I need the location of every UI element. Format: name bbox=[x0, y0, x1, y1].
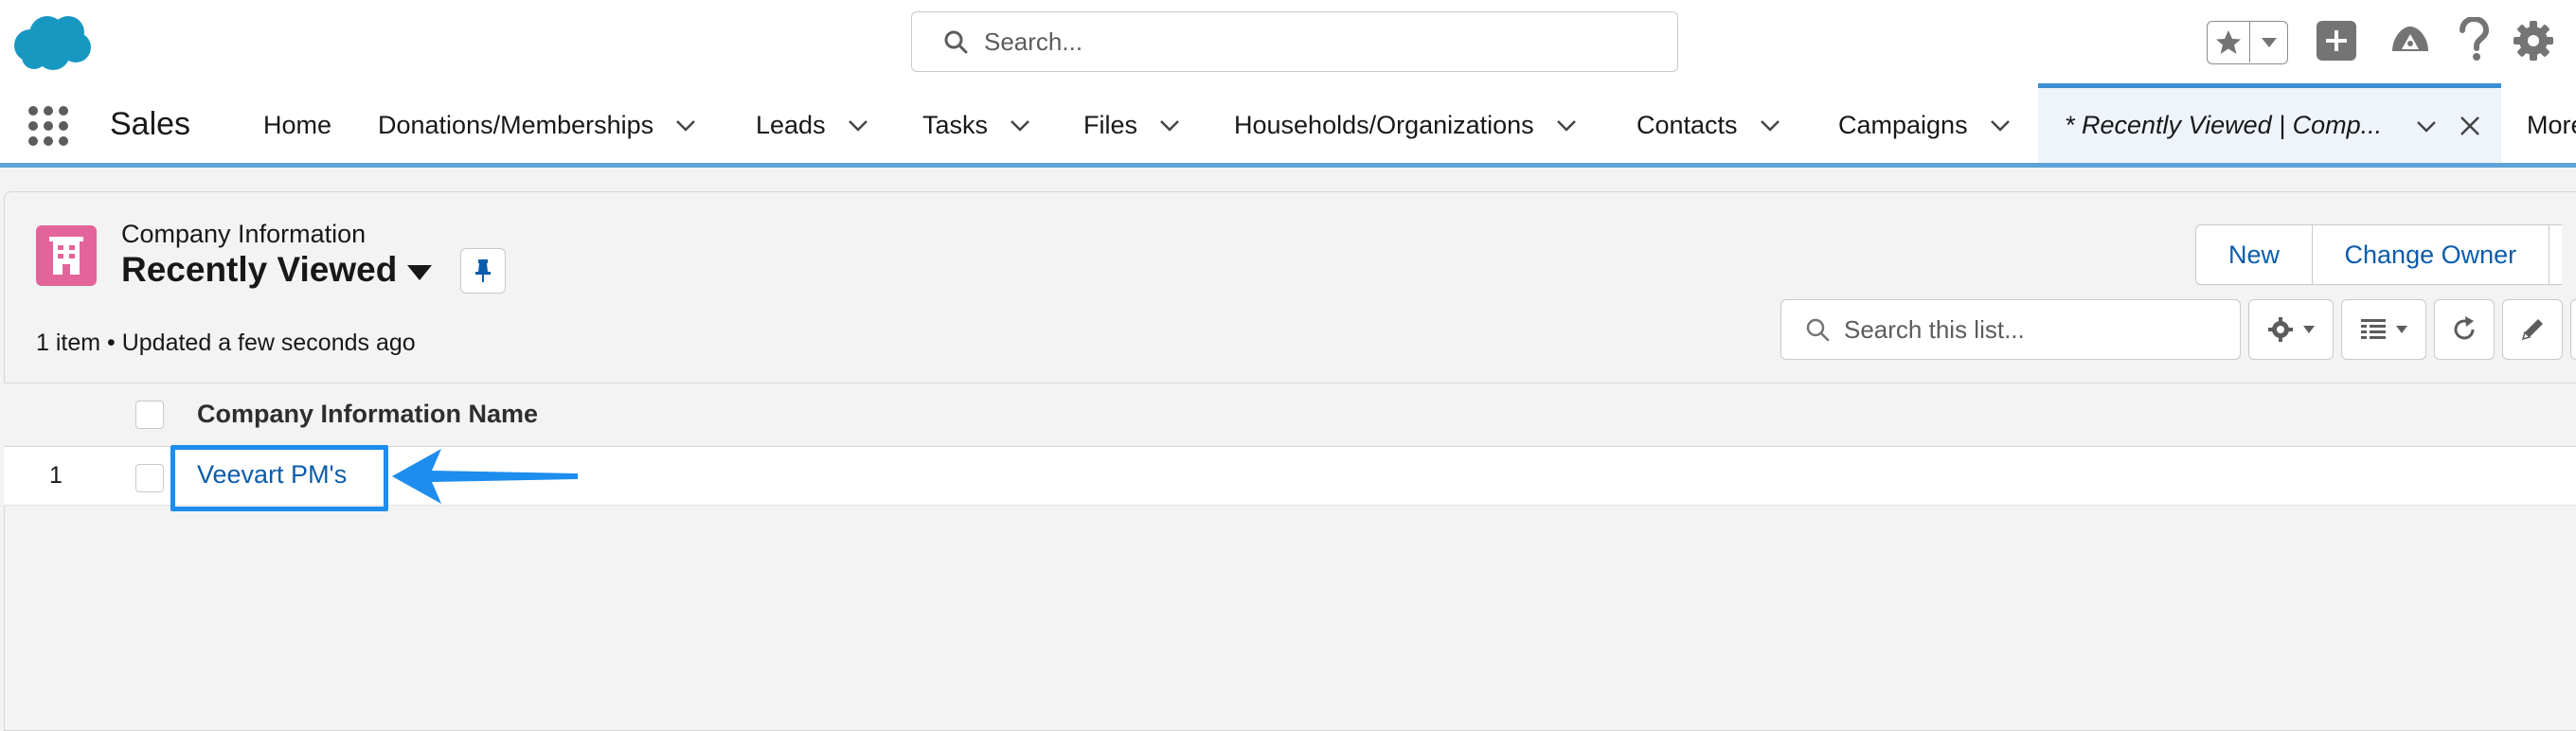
building-icon bbox=[49, 237, 83, 275]
nav-item-tasks[interactable]: Tasks bbox=[922, 87, 1031, 163]
global-header: Search... bbox=[0, 0, 2576, 87]
inline-edit-button[interactable] bbox=[2502, 299, 2563, 360]
nav-item-label: Contacts bbox=[1637, 110, 1738, 139]
nav-item-home[interactable]: Home bbox=[263, 87, 331, 163]
change-owner-button[interactable]: Change Owner bbox=[2311, 224, 2550, 285]
row-select-checkbox[interactable] bbox=[135, 464, 164, 492]
chevron-down-icon[interactable] bbox=[1989, 114, 2012, 136]
nav-item-donations-memberships[interactable]: Donations/Memberships bbox=[378, 87, 697, 163]
tab-recently-viewed-company[interactable]: * Recently Viewed | Comp... bbox=[2038, 83, 2501, 163]
list-meta-status: 1 item • Updated a few seconds ago bbox=[36, 330, 416, 356]
chevron-down-icon[interactable] bbox=[1555, 114, 1578, 136]
pin-list-button[interactable] bbox=[460, 248, 506, 294]
chevron-down-icon[interactable] bbox=[1009, 114, 1031, 136]
caret-down-icon bbox=[2303, 326, 2315, 333]
column-header-name[interactable]: Company Information Name bbox=[197, 400, 538, 429]
nav-more-menu[interactable]: More bbox=[2527, 87, 2576, 163]
annotation-highlight-box bbox=[170, 445, 388, 511]
object-type-label: Company Information bbox=[121, 220, 367, 248]
nav-item-label: Leads bbox=[756, 110, 826, 139]
nav-item-label: Tasks bbox=[922, 110, 989, 139]
setup-gear-icon[interactable] bbox=[2512, 19, 2555, 62]
filter-button[interactable] bbox=[2570, 299, 2576, 360]
salesforce-cloud-logo[interactable] bbox=[9, 13, 93, 72]
favorites-star-icon[interactable] bbox=[2208, 22, 2250, 62]
global-actions-plus-icon[interactable] bbox=[2317, 21, 2356, 61]
favorites-dropdown-icon[interactable] bbox=[2250, 22, 2287, 63]
table-view-icon bbox=[2361, 319, 2386, 339]
chevron-down-icon[interactable] bbox=[1158, 114, 1181, 136]
more-actions-button[interactable] bbox=[2548, 224, 2562, 285]
nav-item-files[interactable]: Files bbox=[1083, 87, 1181, 163]
list-actions-button-group: New Change Owner bbox=[2195, 224, 2562, 285]
chevron-down-icon[interactable] bbox=[2415, 115, 2438, 137]
global-search-input[interactable]: Search... bbox=[911, 11, 1678, 72]
nav-item-contacts[interactable]: Contacts bbox=[1637, 87, 1781, 163]
nav-item-label: Campaigns bbox=[1838, 110, 1968, 139]
nav-item-households-organizations[interactable]: Households/Organizations bbox=[1234, 87, 1578, 163]
trailhead-icon[interactable] bbox=[2388, 19, 2432, 62]
list-view-title[interactable]: Recently Viewed bbox=[121, 250, 397, 290]
row-number: 1 bbox=[49, 462, 63, 489]
display-as-table-button[interactable] bbox=[2341, 299, 2426, 360]
nav-item-label: Home bbox=[263, 110, 332, 139]
nav-item-leads[interactable]: Leads bbox=[756, 87, 869, 163]
chevron-down-icon[interactable] bbox=[847, 114, 869, 136]
list-search-placeholder: Search this list... bbox=[1844, 314, 2025, 344]
active-tab-label: * Recently Viewed | Comp... bbox=[2065, 111, 2383, 139]
list-search-input[interactable]: Search this list... bbox=[1780, 299, 2241, 360]
global-search-placeholder: Search... bbox=[984, 27, 1083, 56]
pencil-icon bbox=[2521, 319, 2543, 341]
annotation-arrow-icon bbox=[392, 449, 578, 504]
nav-item-label: Donations/Memberships bbox=[378, 110, 654, 139]
favorites-button-group[interactable] bbox=[2207, 21, 2288, 64]
chevron-down-icon[interactable] bbox=[1759, 114, 1781, 136]
company-object-icon bbox=[36, 225, 97, 286]
search-icon bbox=[944, 30, 968, 54]
nav-item-label: Files bbox=[1083, 110, 1138, 139]
nav-item-label: Households/Organizations bbox=[1234, 110, 1534, 139]
app-launcher-grid-icon[interactable] bbox=[27, 104, 70, 148]
refresh-button[interactable] bbox=[2434, 299, 2495, 360]
search-icon bbox=[1806, 318, 1830, 342]
caret-down-icon bbox=[2396, 326, 2407, 333]
close-icon[interactable] bbox=[2459, 115, 2481, 137]
gear-icon bbox=[2268, 317, 2293, 342]
chevron-down-icon[interactable] bbox=[674, 114, 697, 136]
refresh-icon bbox=[2454, 316, 2475, 340]
new-button[interactable]: New bbox=[2195, 224, 2314, 285]
app-name: Sales bbox=[110, 106, 191, 142]
list-settings-button[interactable] bbox=[2248, 299, 2334, 360]
nav-more-label: More bbox=[2527, 110, 2576, 139]
app-nav-bar: Sales Home Donations/Memberships Leads T… bbox=[0, 83, 2576, 168]
help-icon[interactable] bbox=[2457, 17, 2491, 62]
select-all-checkbox[interactable] bbox=[135, 401, 164, 429]
list-view-switcher-icon[interactable] bbox=[405, 261, 434, 284]
nav-item-campaigns[interactable]: Campaigns bbox=[1838, 87, 2012, 163]
pin-icon bbox=[475, 259, 491, 282]
